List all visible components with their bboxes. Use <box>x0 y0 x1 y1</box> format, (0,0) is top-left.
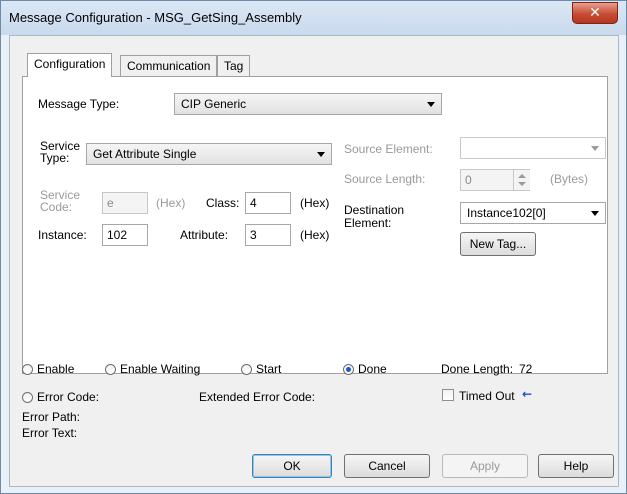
service-code-label-line2: Code: <box>40 200 73 214</box>
destination-element-select[interactable]: Instance102[0] <box>460 202 606 224</box>
service-type-select[interactable]: Get Attribute Single <box>86 143 332 165</box>
ok-button[interactable]: OK <box>252 454 332 478</box>
message-type-value: CIP Generic <box>181 97 247 111</box>
tab-configuration[interactable]: Configuration <box>27 53 113 77</box>
done-label: Done <box>358 362 387 376</box>
help-button[interactable]: Help <box>538 454 614 478</box>
error-code-radio[interactable] <box>22 392 33 403</box>
service-type-label-line2: Type: <box>40 151 70 165</box>
done-length-label: Done Length: <box>441 362 514 376</box>
cancel-button[interactable]: Cancel <box>344 454 430 478</box>
error-path-label: Error Path: <box>22 410 81 424</box>
source-element-select[interactable] <box>460 137 606 159</box>
error-code-label: Error Code: <box>37 390 100 404</box>
timed-out-label: Timed Out <box>459 389 515 403</box>
chevron-down-icon <box>427 102 435 107</box>
done-radio[interactable] <box>343 364 354 375</box>
attribute-unit: (Hex) <box>300 228 330 242</box>
destination-element-label: Destination Element: <box>344 204 404 230</box>
destination-label-line2: Element: <box>344 216 392 230</box>
start-radio[interactable] <box>241 364 252 375</box>
service-type-label: Service Type: <box>40 140 80 164</box>
new-tag-button[interactable]: New Tag... <box>460 232 536 256</box>
arrow-left-icon: ← <box>522 387 533 401</box>
error-text-label: Error Text: <box>22 426 78 440</box>
tab-tag[interactable]: Tag <box>217 55 251 77</box>
timed-out-checkbox[interactable] <box>442 389 454 401</box>
service-code-label: Service Code: <box>40 189 80 213</box>
enable-radio[interactable] <box>22 364 33 375</box>
tab-communication[interactable]: Communication <box>120 55 218 77</box>
enable-waiting-radio[interactable] <box>105 364 116 375</box>
instance-input[interactable]: 102 <box>102 224 148 246</box>
chevron-down-icon <box>591 146 599 151</box>
window-title: Message Configuration - MSG_GetSing_Asse… <box>9 10 302 25</box>
attribute-label: Attribute: <box>180 228 229 242</box>
close-icon: ✕ <box>589 5 601 21</box>
source-length-unit: (Bytes) <box>550 172 589 186</box>
message-configuration-dialog: Message Configuration - MSG_GetSing_Asse… <box>0 0 627 494</box>
service-code-unit: (Hex) <box>156 196 186 210</box>
chevron-down-icon <box>591 211 599 216</box>
start-label: Start <box>256 362 282 376</box>
attribute-input[interactable]: 3 <box>245 224 291 246</box>
message-type-select[interactable]: CIP Generic <box>174 93 442 115</box>
title-bar[interactable]: Message Configuration - MSG_GetSing_Asse… <box>1 1 626 35</box>
service-code-input[interactable]: e <box>102 192 148 214</box>
enable-label: Enable <box>37 362 75 376</box>
message-type-label: Message Type: <box>38 97 120 111</box>
source-element-label: Source Element: <box>344 142 433 156</box>
class-unit: (Hex) <box>300 196 330 210</box>
source-length-label: Source Length: <box>344 172 426 186</box>
instance-label: Instance: <box>38 228 87 242</box>
class-label: Class: <box>206 196 240 210</box>
class-input[interactable]: 4 <box>245 192 291 214</box>
chevron-down-icon <box>317 152 325 157</box>
service-type-value: Get Attribute Single <box>93 147 197 161</box>
done-length-value: 72 <box>519 362 533 376</box>
dialog-body: Configuration Communication Tag Message … <box>9 35 619 487</box>
apply-button[interactable]: Apply <box>442 454 528 478</box>
close-button[interactable]: ✕ <box>572 2 618 24</box>
extended-error-code-label: Extended Error Code: <box>199 390 316 404</box>
destination-label-line1: Destination <box>344 203 405 217</box>
spinner-icon[interactable] <box>513 170 530 190</box>
destination-element-value: Instance102[0] <box>467 206 546 220</box>
enable-waiting-label: Enable Waiting <box>120 362 201 376</box>
